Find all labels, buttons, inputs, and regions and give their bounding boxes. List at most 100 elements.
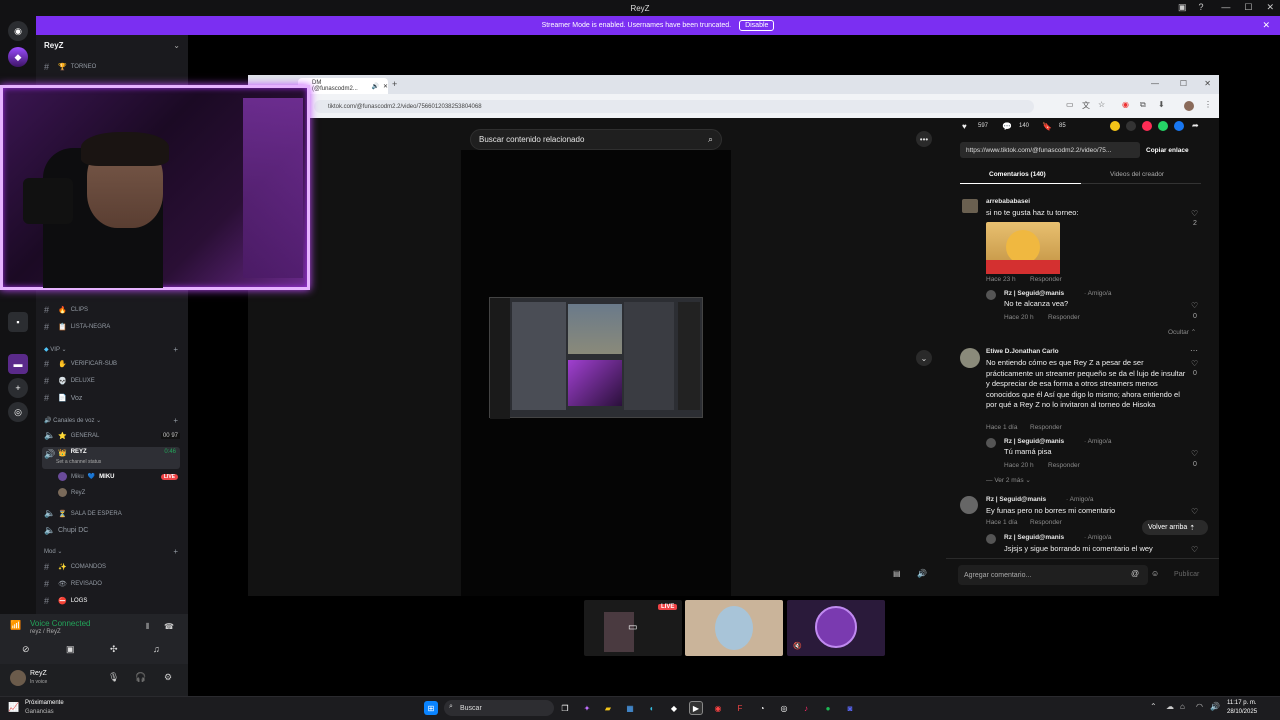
discord-home-icon[interactable]: ◉	[8, 21, 28, 41]
windows-start-icon[interactable]: ⊞	[424, 701, 438, 715]
url-field[interactable]: tiktok.com/@funascodm2.2/video/756601203…	[314, 100, 1034, 113]
taskbar-search[interactable]: ⌕ Buscar	[444, 700, 554, 716]
weather-icon[interactable]: 📈	[8, 702, 19, 713]
voice-channel-sub[interactable]: reyz / ReyZ	[30, 629, 61, 635]
reply-button[interactable]: Responder	[1048, 462, 1080, 469]
tab-creator-videos[interactable]: Videos del creador	[1110, 171, 1164, 178]
file-explorer-icon[interactable]: ▰	[601, 701, 615, 715]
reply-button[interactable]: Responder	[1030, 424, 1062, 431]
minimize-icon[interactable]: —	[1151, 79, 1159, 88]
obs-icon[interactable]: ◎	[777, 701, 791, 715]
voice-channel-general[interactable]: 🔈 ⭐ GENERAL 00 97	[44, 430, 180, 441]
bookmark-star-icon[interactable]: ☆	[1098, 100, 1105, 109]
channel-lista-negra[interactable]: # 📋 LISTA-NEGRA	[44, 322, 110, 332]
user-name[interactable]: ReyZ	[30, 670, 47, 677]
widget-title[interactable]: Próximamente	[25, 700, 64, 706]
comment-username[interactable]: Rz | Seguid@manis	[1004, 534, 1064, 541]
avatar[interactable]	[962, 199, 978, 213]
avatar[interactable]	[986, 534, 996, 544]
task-view-icon[interactable]: ❐	[558, 701, 572, 715]
soundboard-icon[interactable]: ♫	[153, 644, 160, 654]
close-icon[interactable]: ✕	[1204, 79, 1211, 88]
avatar[interactable]	[960, 496, 978, 514]
menu-kebab-icon[interactable]: ⋮	[1204, 100, 1212, 109]
copilot-icon[interactable]: ✦	[580, 701, 594, 715]
discord-icon[interactable]: ◙	[843, 701, 857, 715]
facebook-icon[interactable]	[1174, 121, 1184, 131]
inbox-icon[interactable]: ▣	[1178, 2, 1187, 13]
comment-username[interactable]: Rz | Seguid@manis	[1004, 438, 1064, 445]
voice-channel-espera[interactable]: 🔈 ⏳ SALA DE ESPERA	[44, 508, 122, 519]
microphone-icon[interactable]: 🎙	[108, 672, 119, 683]
add-channel-icon[interactable]: +	[173, 416, 178, 425]
extensions-icon[interactable]: ⧉	[1140, 100, 1146, 110]
channel-revisado[interactable]: # 👁 REVISADO	[44, 579, 102, 589]
more-options-icon[interactable]: •••	[916, 131, 932, 147]
copy-link-button[interactable]: Copiar enlace	[1146, 147, 1189, 154]
media-player-icon[interactable]: ▶	[689, 701, 703, 715]
channel-torneo[interactable]: # 🏆 TORNEO	[44, 62, 96, 72]
explore-icon[interactable]: ◎	[8, 402, 28, 422]
wifi-icon[interactable]: ◠	[1196, 702, 1203, 711]
voice-member-reyz[interactable]: ReyZ	[58, 488, 85, 497]
maximize-icon[interactable]: ☐	[1180, 79, 1187, 88]
embed-icon[interactable]	[1126, 121, 1136, 131]
like-heart-icon[interactable]: ♡	[1191, 545, 1198, 554]
heart-icon[interactable]: ♥	[962, 122, 967, 131]
reply-button[interactable]: Responder	[1030, 276, 1062, 283]
comment-icon[interactable]: 💬	[1002, 122, 1012, 131]
settings-gear-icon[interactable]: ⚙	[164, 672, 172, 683]
screen-share-icon[interactable]: ▣	[66, 644, 75, 655]
banner-close-icon[interactable]: ✕	[1262, 20, 1270, 31]
comment-username[interactable]: arrebababasei	[986, 198, 1030, 205]
channel-logs[interactable]: # ⛔ LOGS	[44, 596, 87, 606]
add-channel-icon[interactable]: +	[173, 547, 178, 556]
camera-off-icon[interactable]: ⊘	[22, 644, 30, 655]
stream-tile[interactable]: LIVE ▭	[584, 600, 682, 656]
spotify-icon[interactable]: ●	[821, 701, 835, 715]
chevron-down-icon[interactable]: ⌄	[173, 41, 180, 50]
edge-icon[interactable]: ◐	[645, 701, 659, 715]
like-heart-icon[interactable]: ♡	[1191, 301, 1198, 310]
minimize-icon[interactable]: —	[1221, 2, 1230, 13]
more-options-icon[interactable]: ⋯	[1190, 346, 1198, 355]
avatar[interactable]	[960, 348, 980, 368]
bookmark-icon[interactable]: 🔖	[1042, 122, 1052, 131]
video-link-field[interactable]: https://www.tiktok.com/@funascodm2.2/vid…	[960, 142, 1140, 158]
emoji-icon[interactable]: ☺	[1151, 569, 1159, 578]
headphones-icon[interactable]: 🎧	[135, 672, 146, 683]
channel-comandos[interactable]: # ✨ COMANDOS	[44, 562, 106, 572]
comment-username[interactable]: Etiwe D.Jonathan Carlo	[986, 348, 1059, 355]
share-icon[interactable]: ➦	[1192, 121, 1199, 130]
voice-member-miku[interactable]: Miku 💙 MIKU LIVE	[58, 472, 178, 481]
tray-icon[interactable]: ⌂	[1180, 702, 1185, 711]
user-avatar[interactable]	[10, 670, 26, 686]
reply-button[interactable]: Responder	[1030, 519, 1062, 526]
browser-tab[interactable]: DM (@funascodm2... 🔊 ✕	[298, 78, 388, 94]
voice-status[interactable]: Voice Connected	[30, 619, 91, 628]
server-icon[interactable]: ◆	[8, 47, 28, 67]
sticker-image[interactable]	[986, 222, 1060, 274]
close-icon[interactable]: ✕	[1266, 2, 1274, 13]
chevron-up-icon[interactable]: ⌃	[1150, 702, 1157, 711]
participant-tile[interactable]: 🔇	[787, 600, 885, 656]
store-icon[interactable]: ▦	[623, 701, 637, 715]
activities-icon[interactable]: ✣	[110, 644, 118, 655]
whatsapp-icon[interactable]	[1158, 121, 1168, 131]
cast-icon[interactable]: ▭	[1066, 100, 1074, 109]
reply-button[interactable]: Responder	[1048, 314, 1080, 321]
server-icon[interactable]: ▪	[8, 312, 28, 332]
view-more-replies-button[interactable]: — Ver 2 más ⌄	[986, 476, 1031, 484]
download-icon[interactable]: ⬇	[1158, 100, 1165, 109]
category-mod[interactable]: Mod ⌄	[44, 548, 62, 555]
add-channel-icon[interactable]: +	[173, 345, 178, 354]
search-input[interactable]: Buscar contenido relacionado ⌕	[470, 129, 722, 150]
clock-date[interactable]: 28/10/2025	[1227, 709, 1257, 715]
channel-deluxe[interactable]: # 💀 DELUXE	[44, 376, 95, 386]
server-icon[interactable]: ▬	[8, 354, 28, 374]
voice-channel-reyz[interactable]: 🔊 👑 REYZ 0:46 Set a channel status	[42, 447, 180, 469]
category-voice[interactable]: 🔊 Canales de voz ⌄	[44, 417, 101, 424]
app-icon[interactable]: ◔	[755, 701, 769, 715]
noise-suppression-icon[interactable]: ⦀	[146, 622, 150, 632]
comment-username[interactable]: Rz | Seguid@manis	[986, 496, 1046, 503]
